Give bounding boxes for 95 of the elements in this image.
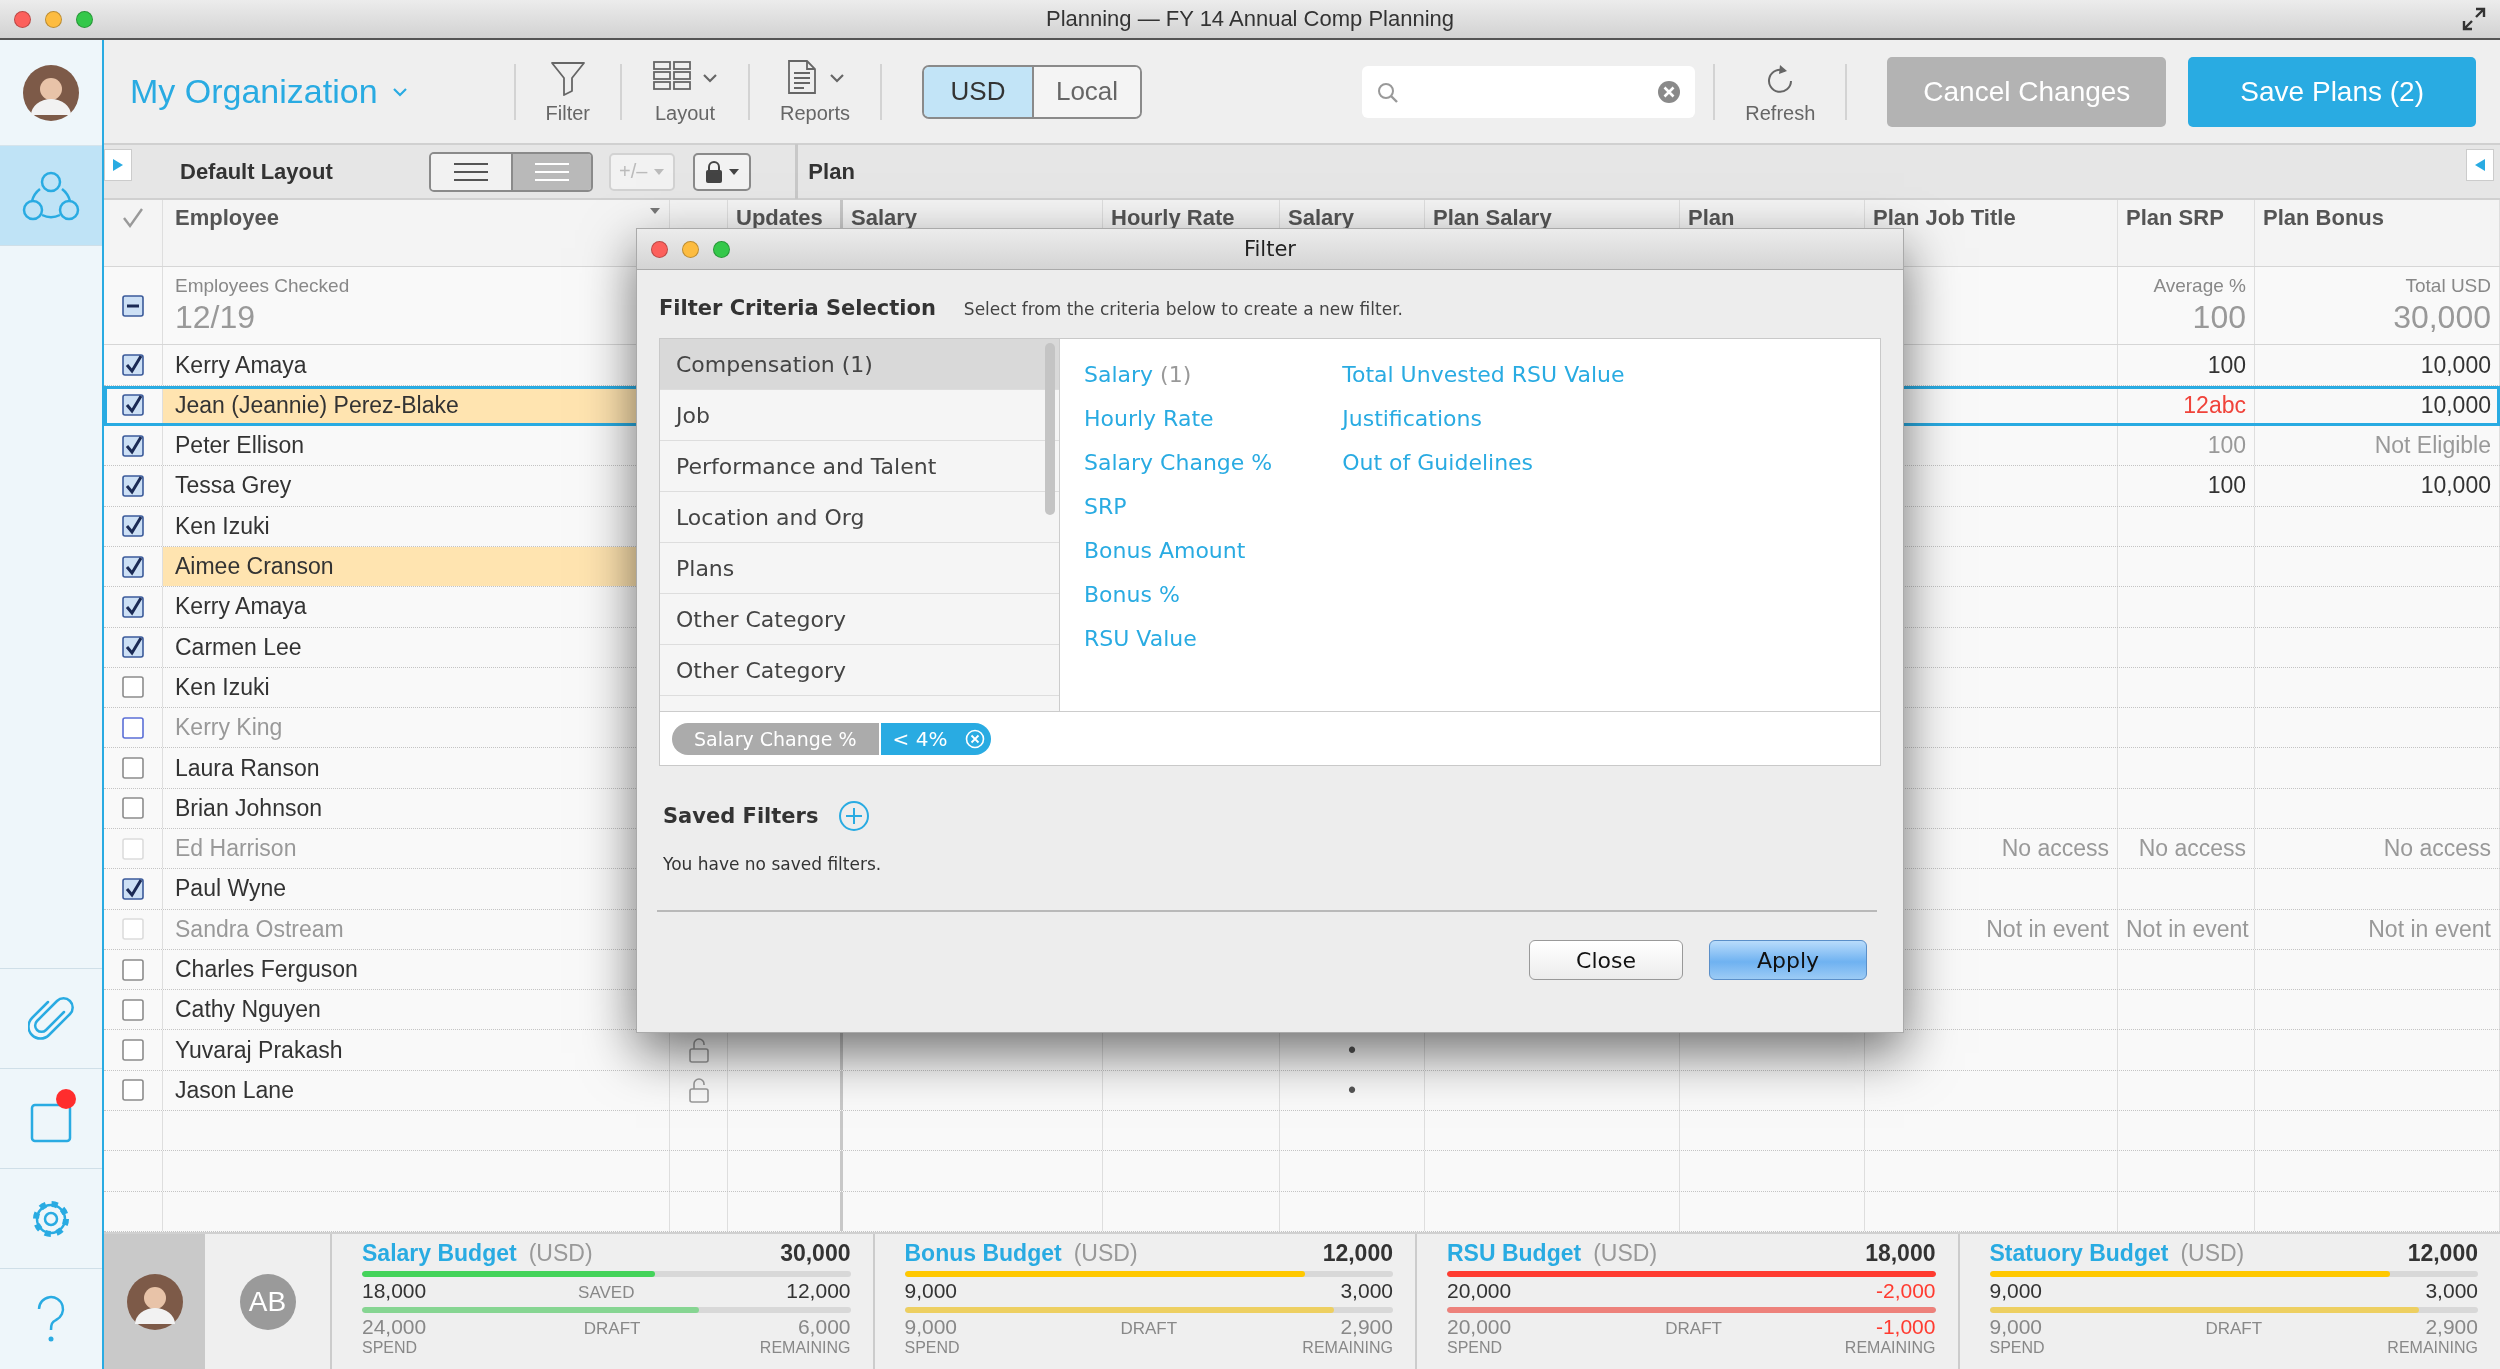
- currency-label: (USD): [2180, 1240, 2245, 1266]
- initials-avatar: AB: [239, 1273, 296, 1330]
- budget-value: -1,000: [1875, 1315, 1936, 1339]
- status-label: DRAFT: [2205, 1319, 2263, 1339]
- budget-total: 12,000: [2407, 1240, 2478, 1267]
- table-cell: 100: [2207, 472, 2246, 500]
- employee-name: Charles Ferguson: [174, 955, 359, 985]
- remaining-label: REMAINING: [759, 1339, 851, 1357]
- table-cell: 10,000: [2420, 351, 2491, 379]
- group-header: Plan: [808, 158, 855, 185]
- employee-name: Tessa Grey: [174, 471, 293, 501]
- budget-value: -2,000: [1875, 1279, 1936, 1303]
- budget-value: 20,000: [1447, 1279, 1512, 1303]
- table-cell: 100: [2207, 351, 2246, 379]
- column-header: Salary: [851, 206, 918, 230]
- empty-message: You have no saved filters.: [662, 853, 883, 876]
- employee-name: Cathy Nguyen: [174, 995, 322, 1025]
- summary-label: Employees Checked: [175, 275, 350, 298]
- employee-name: Paul Wyne: [174, 874, 287, 904]
- employee-name: Sandra Ostream: [174, 914, 345, 944]
- budget-value: 2,900: [1340, 1315, 1393, 1339]
- table-cell: 10,000: [2420, 391, 2491, 419]
- employee-name: Kerry Amaya: [174, 350, 308, 380]
- budget-value: 9,000: [1989, 1315, 2043, 1339]
- table-cell: No access: [2383, 835, 2491, 863]
- remaining-label: REMAINING: [1844, 1339, 1936, 1357]
- spend-label: SPEND: [1989, 1339, 2045, 1357]
- column-header: Updates: [736, 206, 823, 230]
- column-header: Employee: [175, 206, 279, 230]
- column-header: Plan Job Title: [1873, 206, 2016, 230]
- table-cell: Not in event: [1986, 915, 2109, 943]
- budget-total: 30,000: [780, 1240, 851, 1267]
- budget-value: 6,000: [797, 1315, 851, 1339]
- filter-field-tag: Salary Change %: [672, 722, 879, 755]
- column-header: Plan Salary: [1433, 206, 1552, 230]
- table-cell: 12abc: [2183, 391, 2246, 419]
- table-cell: No access: [2001, 835, 2109, 863]
- status-label: DRAFT: [1120, 1319, 1178, 1339]
- employee-name: Ken Izuki: [174, 511, 271, 541]
- spend-label: SPEND: [904, 1339, 960, 1357]
- summary-value: 12/19: [175, 299, 256, 337]
- employee-name: Brian Johnson: [174, 793, 324, 823]
- currency-label: (USD): [528, 1240, 593, 1266]
- budget-value: 3,000: [2425, 1279, 2478, 1303]
- summary-value: 100: [2192, 299, 2246, 337]
- budget-value: 9,000: [904, 1279, 958, 1303]
- table-cell: •: [1347, 1036, 1357, 1064]
- budget-value: 20,000: [1447, 1315, 1512, 1339]
- summary-label: Average %: [2153, 275, 2246, 298]
- spend-label: SPEND: [1447, 1339, 1503, 1357]
- table-cell: Not in event: [2126, 915, 2249, 943]
- employee-name: Ken Izuki: [174, 672, 271, 702]
- employee-name: Laura Ranson: [174, 753, 321, 783]
- column-header: Plan: [1688, 206, 1735, 230]
- column-header: Hourly Rate: [1111, 206, 1235, 230]
- column-header: Plan SRP: [2126, 206, 2224, 230]
- status-label: DRAFT: [583, 1319, 641, 1339]
- layout-title: Default Layout: [180, 158, 334, 185]
- employee-name: Kerry Amaya: [174, 592, 308, 622]
- remaining-label: REMAINING: [1302, 1339, 1393, 1357]
- employee-name: Carmen Lee: [174, 632, 303, 662]
- budget-value: 9,000: [1989, 1279, 2043, 1303]
- budget-total: 12,000: [1322, 1240, 1393, 1267]
- budget-total: 18,000: [1865, 1240, 1936, 1267]
- table-cell: Not in event: [2368, 915, 2491, 943]
- budget-value: 24,000: [362, 1315, 427, 1339]
- spend-label: SPEND: [362, 1339, 418, 1357]
- budget-value: 18,000: [362, 1279, 427, 1303]
- table-cell: 10,000: [2420, 472, 2491, 500]
- employee-name: Yuvaraj Prakash: [174, 1035, 344, 1065]
- remaining-label: REMAINING: [2387, 1339, 2478, 1357]
- column-header: Salary: [1288, 206, 1355, 230]
- budget-value: 2,900: [2425, 1315, 2478, 1339]
- status-label: DRAFT: [1665, 1319, 1722, 1339]
- dialog-title: Filter: [1244, 237, 1296, 261]
- currency-label: (USD): [1593, 1240, 1658, 1266]
- table-cell: No access: [2138, 835, 2246, 863]
- employee-name: Peter Ellison: [174, 431, 306, 461]
- status-label: SAVED: [578, 1283, 635, 1303]
- section-heading: Filter Criteria Selection: [659, 296, 936, 320]
- summary-value: 30,000: [2393, 299, 2491, 337]
- currency-label: (USD): [1073, 1240, 1138, 1266]
- table-cell: Not Eligible: [2374, 432, 2491, 460]
- budget-value: 9,000: [904, 1315, 958, 1339]
- column-header: Plan Bonus: [2263, 206, 2384, 230]
- hint-text: Select from the criteria below to create a new filter.: [963, 299, 1403, 319]
- section-heading: Saved Filters: [663, 804, 819, 828]
- table-cell: •: [1347, 1076, 1357, 1104]
- summary-label: Total USD: [2405, 275, 2491, 298]
- table-cell: 100: [2207, 432, 2246, 460]
- employee-name: Kerry King: [174, 713, 284, 743]
- budget-value: 3,000: [1340, 1279, 1393, 1303]
- window-title: Planning — FY 14 Annual Comp Planning: [1045, 6, 1455, 31]
- employee-name: Jason Lane: [174, 1075, 295, 1105]
- budget-value: 12,000: [786, 1279, 851, 1303]
